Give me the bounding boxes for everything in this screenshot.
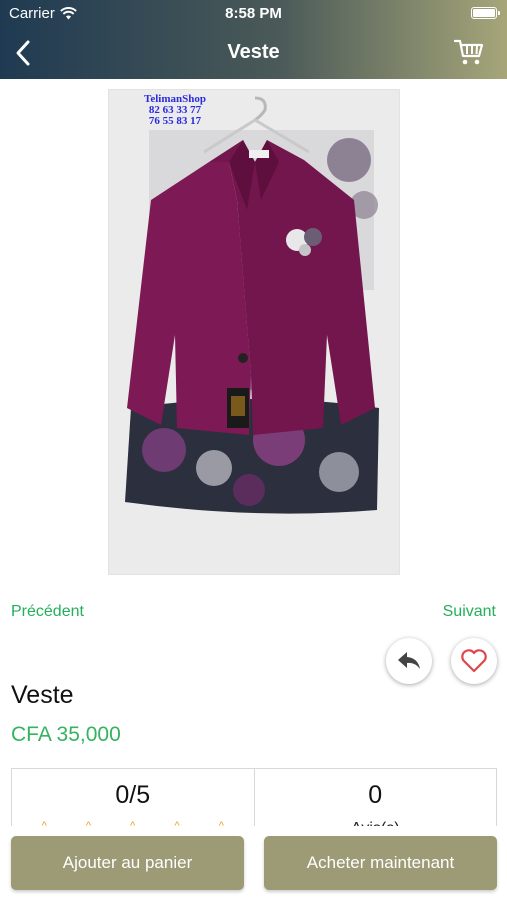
product-price: CFA 35,000 — [11, 723, 121, 746]
favorite-button[interactable] — [451, 638, 497, 684]
add-to-cart-button[interactable]: Ajouter au panier — [11, 836, 244, 890]
product-name: Veste — [11, 681, 74, 709]
product-image[interactable]: TelimanShop 82 63 33 77 76 55 83 17 — [108, 89, 400, 575]
rating-value: 0/5 — [115, 781, 151, 809]
page-title: Veste — [227, 41, 280, 63]
reviews-count: 0 — [368, 781, 383, 809]
status-time: 8:58 PM — [225, 5, 282, 22]
battery-icon — [471, 7, 500, 19]
next-link[interactable]: Suivant — [443, 603, 496, 621]
jacket-photo — [109, 90, 399, 574]
navigation-bar: Veste — [0, 28, 507, 79]
buy-now-button[interactable]: Acheter maintenant — [264, 836, 497, 890]
cart-button[interactable] — [453, 36, 487, 70]
product-pager: Précédent Suivant — [0, 603, 507, 625]
previous-link[interactable]: Précédent — [11, 603, 84, 621]
cart-icon — [453, 39, 484, 65]
watermark-line: 76 55 83 17 — [148, 115, 202, 127]
share-button[interactable] — [386, 638, 432, 684]
bottom-action-bar: Ajouter au panier Acheter maintenant — [0, 826, 507, 900]
image-watermark: TelimanShop 82 63 33 77 76 55 83 17 — [135, 94, 215, 127]
reply-icon — [398, 652, 420, 669]
heart-icon — [461, 649, 487, 673]
status-bar: Carrier 8:58 PM — [0, 0, 507, 28]
